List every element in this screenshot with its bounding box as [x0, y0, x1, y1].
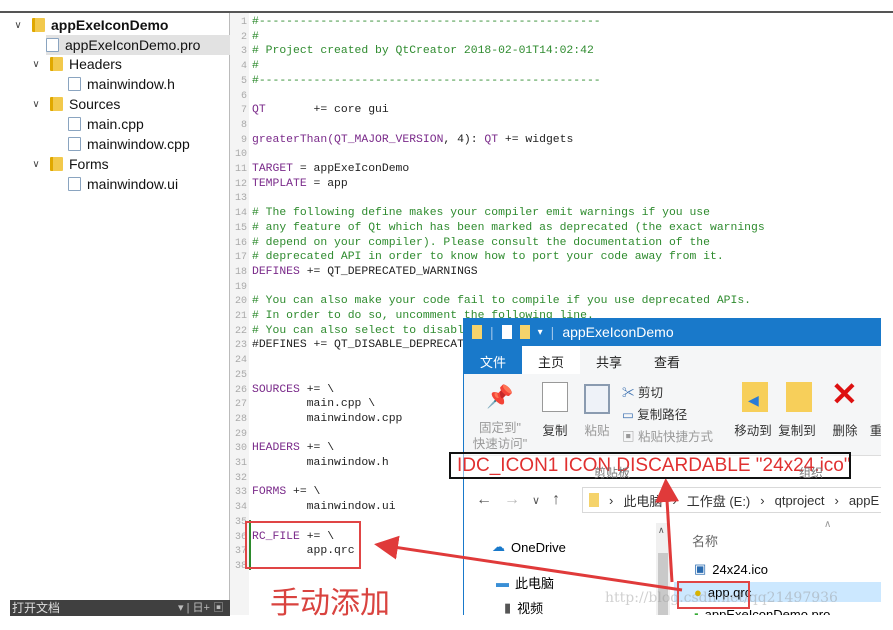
annotation-arrows	[374, 478, 683, 592]
group-clipboard-label: 剪贴板	[594, 466, 631, 480]
group-organize-label: 组织	[799, 466, 824, 480]
arrow-to-rc-file	[374, 535, 683, 592]
rc-icon-annotation: IDC_ICON1 ICON DISCARDABLE "24x24.ico"	[449, 452, 851, 479]
arrow-to-rc-line	[655, 478, 680, 583]
